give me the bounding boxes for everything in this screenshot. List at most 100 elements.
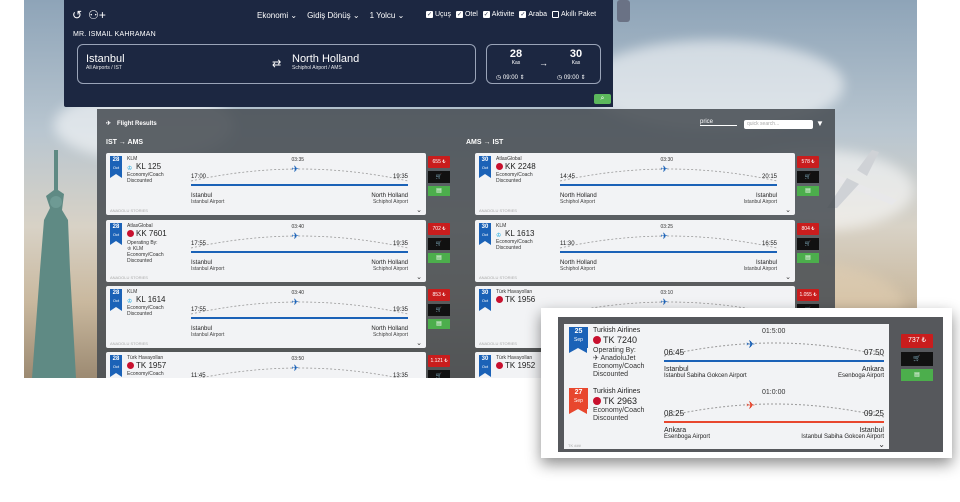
filter-icon[interactable]: ▼ bbox=[816, 119, 824, 128]
money-icon: ▤ bbox=[805, 255, 811, 261]
trip-type-select[interactable]: Gidiş Dönüş ⌄ bbox=[307, 11, 360, 20]
departure-time: 17:00 bbox=[191, 174, 207, 180]
card-footer-note: ANADOLU STORIES bbox=[479, 275, 517, 280]
add-user-icon[interactable]: ⚇+ bbox=[88, 8, 106, 22]
price-button[interactable]: 737 ₺ bbox=[901, 334, 933, 348]
departure-date[interactable]: 28 Kas bbox=[501, 48, 531, 66]
price-button[interactable]: 1.121 ₺ bbox=[428, 355, 450, 367]
pay-button[interactable]: ▤ bbox=[428, 319, 450, 329]
zoomed-flight-card[interactable]: 25 Sep Turkish Airlines TK 7240 Operating By… bbox=[564, 324, 889, 449]
chevron-down-icon[interactable]: ⌄ bbox=[785, 273, 791, 281]
departure-time: 17:55 bbox=[191, 241, 207, 247]
plane-icon: ✈ bbox=[660, 297, 669, 307]
add-to-cart-button[interactable]: 🛒 bbox=[428, 370, 450, 378]
checkbox-smart-package[interactable]: Akıllı Paket bbox=[552, 11, 596, 18]
passenger-select[interactable]: 1 Yolcu ⌄ bbox=[370, 11, 405, 20]
price-button[interactable]: 655 ₺ bbox=[428, 156, 450, 168]
sort-select[interactable]: price bbox=[700, 119, 737, 126]
chevron-down-icon[interactable]: ⌄ bbox=[416, 273, 422, 281]
pay-button[interactable]: ▤ bbox=[428, 253, 450, 263]
checkbox-car[interactable]: ✓ Araba bbox=[519, 11, 547, 18]
money-icon: ▤ bbox=[436, 188, 442, 194]
route-line bbox=[560, 251, 777, 253]
departure-airport: Istanbul Sabiha Gokcen Airport bbox=[664, 373, 747, 379]
flight-card[interactable]: 28 Oct Türk Havayolları TK 1957 Economy/Coac… bbox=[106, 352, 426, 378]
scrollbar[interactable] bbox=[617, 0, 630, 22]
chevron-down-icon[interactable]: ⌄ bbox=[416, 206, 422, 214]
outbound-header: IST → AMS bbox=[106, 139, 144, 146]
pay-button[interactable]: ▤ bbox=[797, 186, 819, 196]
flight-arc bbox=[190, 235, 409, 249]
checkbox-hotel[interactable]: ✓ Otel bbox=[455, 11, 478, 18]
chevron-down-icon[interactable]: ⌄ bbox=[416, 339, 422, 347]
pay-button[interactable]: ▤ bbox=[901, 369, 933, 381]
price-button[interactable]: 1.055 ₺ bbox=[797, 289, 819, 301]
swap-icon[interactable]: ⇄ bbox=[272, 57, 281, 70]
arrival-time: 13:35 bbox=[392, 373, 408, 378]
flight-arc bbox=[190, 168, 409, 182]
checkbox-checked-icon: ✓ bbox=[482, 11, 490, 18]
destination-field[interactable]: North Holland Schiphol Airport / AMS bbox=[292, 53, 359, 71]
arrival-airport: Istanbul Sabiha Gokcen Airport bbox=[801, 434, 884, 440]
checkbox-checked-icon: ✓ bbox=[519, 11, 527, 18]
arrival-time: 19:35 bbox=[392, 174, 408, 180]
add-to-cart-button[interactable]: 🛒 bbox=[428, 304, 450, 316]
flight-card[interactable]: 28 Oct KLM ♔ KL 125 Economy/Coach Discounted ✈ 0… bbox=[106, 153, 426, 215]
user-name: MR. ISMAIL KAHRAMAN bbox=[73, 31, 156, 38]
arrow-right-icon: → bbox=[539, 58, 548, 68]
cabin-class-select[interactable]: Ekonomi ⌄ bbox=[257, 11, 297, 20]
origin-field[interactable]: Istanbul All Airports / IST bbox=[86, 53, 125, 71]
cart-icon: 🛒 bbox=[435, 373, 443, 378]
flight-duration: 03:40 bbox=[291, 224, 305, 230]
history-icon[interactable]: ↺ bbox=[72, 8, 82, 22]
chevron-down-icon[interactable]: ⌄ bbox=[878, 440, 885, 449]
add-to-cart-button[interactable]: 🛒 bbox=[428, 171, 450, 183]
arrival-time: 20:15 bbox=[761, 174, 777, 180]
pay-button[interactable]: ▤ bbox=[797, 253, 819, 263]
arrival-time: 19:35 bbox=[392, 307, 408, 313]
quick-search-input[interactable]: quick search... bbox=[744, 120, 813, 129]
flight-card[interactable]: 30 Oct KLM ♔ KL 1613 Economy/Coach Discounted ✈… bbox=[475, 220, 795, 282]
origin-city: Istanbul bbox=[86, 53, 125, 65]
flight-arc bbox=[559, 235, 778, 249]
arrival-airport: Istanbul Airport bbox=[743, 199, 777, 205]
flight-duration: 03:10 bbox=[660, 290, 674, 296]
arrival-city: Istanbul bbox=[859, 427, 884, 434]
plane-icon: ✈ bbox=[746, 400, 756, 412]
price-button[interactable]: 853 ₺ bbox=[428, 289, 450, 301]
arrival-location: Ankara Esenboga Airport bbox=[838, 366, 884, 380]
checkbox-flight[interactable]: ✓ Uçuş bbox=[426, 11, 451, 18]
flight-card[interactable]: 30 Oct AtlasGlobal KK 2248 Economy/Coach Disc… bbox=[475, 153, 795, 215]
route-line bbox=[191, 184, 408, 186]
search-button[interactable]: ⌕ bbox=[594, 94, 611, 104]
money-icon: ▤ bbox=[914, 372, 920, 378]
departure-city: Istanbul bbox=[664, 366, 689, 373]
arrival-location: North Holland Schiphol Airport bbox=[371, 193, 408, 205]
departure-airport: Istanbul Airport bbox=[191, 199, 225, 205]
arrival-airport: Istanbul Airport bbox=[743, 266, 777, 272]
flight-duration: 03:30 bbox=[660, 157, 674, 163]
price-button[interactable]: 578 ₺ bbox=[797, 156, 819, 168]
flight-card[interactable]: 28 Oct AtlasGlobal KK 7601 Operating By: ♔ KL… bbox=[106, 220, 426, 282]
card-footer-note: ANADOLU STORIES bbox=[479, 208, 517, 213]
price-button[interactable]: 702 ₺ bbox=[428, 223, 450, 235]
add-to-cart-button[interactable]: 🛒 bbox=[797, 238, 819, 250]
route-selector: Istanbul All Airports / IST ⇄ North Holl… bbox=[77, 44, 476, 84]
money-icon: ▤ bbox=[436, 321, 442, 327]
add-to-cart-button[interactable]: 🛒 bbox=[428, 238, 450, 250]
departure-time[interactable]: ◷ 09:00 ⇕ bbox=[496, 74, 525, 81]
add-to-cart-button[interactable]: 🛒 bbox=[797, 171, 819, 183]
chevron-down-icon[interactable]: ⌄ bbox=[785, 206, 791, 214]
return-time[interactable]: ◷ 09:00 ⇕ bbox=[557, 74, 586, 81]
price-button[interactable]: 804 ₺ bbox=[797, 223, 819, 235]
departure-location: North Holland Schiphol Airport bbox=[560, 260, 597, 272]
card-footer-note: ANADOLU STORIES bbox=[110, 275, 148, 280]
return-date[interactable]: 30 Kas bbox=[561, 48, 591, 66]
checkbox-activity[interactable]: ✓ Aktivite bbox=[482, 11, 514, 18]
pay-button[interactable]: ▤ bbox=[428, 186, 450, 196]
route-line bbox=[664, 421, 884, 423]
add-to-cart-button[interactable]: 🛒 bbox=[901, 352, 933, 366]
flight-card[interactable]: 28 Oct KLM ♔ KL 1614 Economy/Coach Discounted ✈… bbox=[106, 286, 426, 348]
flight-duration: 01:5:00 bbox=[762, 328, 786, 335]
plane-icon: ✈ bbox=[660, 164, 669, 174]
